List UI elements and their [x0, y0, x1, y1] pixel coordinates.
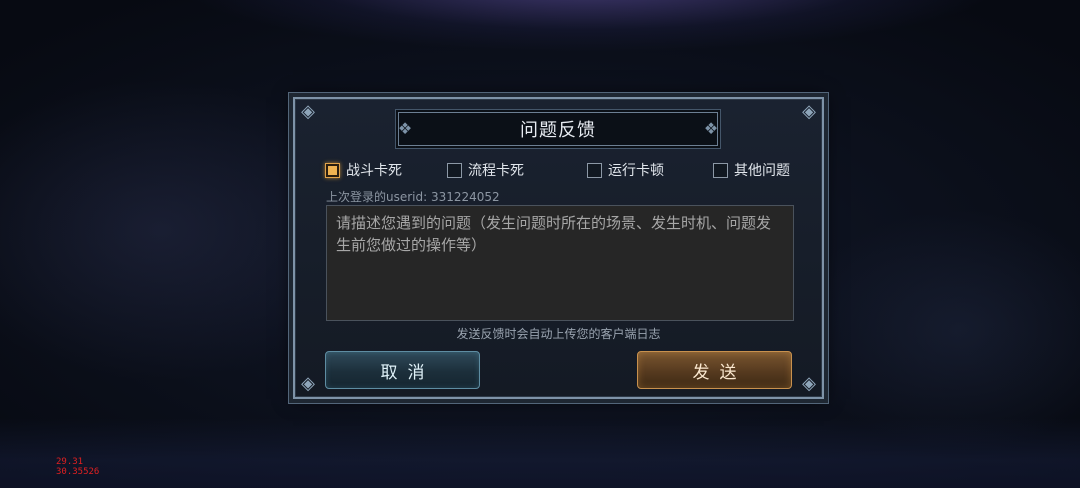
option-label: 运行卡顿 [608, 163, 664, 179]
dialog-title-bar: ❖ 问题反馈 ❖ [398, 112, 718, 146]
checkbox-unchecked-icon[interactable] [587, 162, 602, 178]
feedback-description-input[interactable] [326, 205, 794, 321]
checkbox-unchecked-icon[interactable] [713, 162, 728, 178]
option-other-issue[interactable]: 其他问题 [713, 160, 790, 180]
last-login-userid: 上次登录的userid: 331224052 [326, 190, 500, 204]
corner-ornament-icon: ◈ [802, 373, 816, 394]
issue-type-options: 战斗卡死 流程卡死 运行卡顿 其他问题 [325, 160, 795, 180]
option-label: 其他问题 [734, 163, 790, 179]
send-button[interactable]: 发送 [637, 351, 792, 389]
log-upload-notice: 发送反馈时会自动上传您的客户端日志 [456, 327, 661, 341]
option-label: 战斗卡死 [346, 163, 402, 179]
option-performance-lag[interactable]: 运行卡顿 [587, 160, 664, 180]
title-ornament-icon: ❖ [397, 119, 413, 138]
option-flow-freeze[interactable]: 流程卡死 [447, 160, 524, 180]
dialog-title: 问题反馈 [520, 120, 596, 141]
checkbox-checked-icon[interactable] [325, 162, 340, 178]
option-battle-freeze[interactable]: 战斗卡死 [325, 160, 402, 180]
cancel-button[interactable]: 取消 [325, 351, 480, 389]
debug-line: 29.31 [56, 457, 84, 467]
corner-ornament-icon: ◈ [802, 101, 816, 122]
debug-readout: 29.31 30.35526 [56, 457, 99, 477]
corner-ornament-icon: ◈ [301, 373, 315, 394]
checkbox-unchecked-icon[interactable] [447, 162, 462, 178]
corner-ornament-icon: ◈ [301, 101, 315, 122]
title-ornament-icon: ❖ [703, 119, 719, 138]
option-label: 流程卡死 [468, 163, 524, 179]
background-glow [0, 418, 1080, 488]
debug-line: 30.35526 [56, 467, 100, 477]
feedback-dialog: ◈ ◈ ◈ ◈ ❖ 问题反馈 ❖ 战斗卡死 流程卡死 运行卡顿 其他问题 上次登… [293, 97, 824, 399]
